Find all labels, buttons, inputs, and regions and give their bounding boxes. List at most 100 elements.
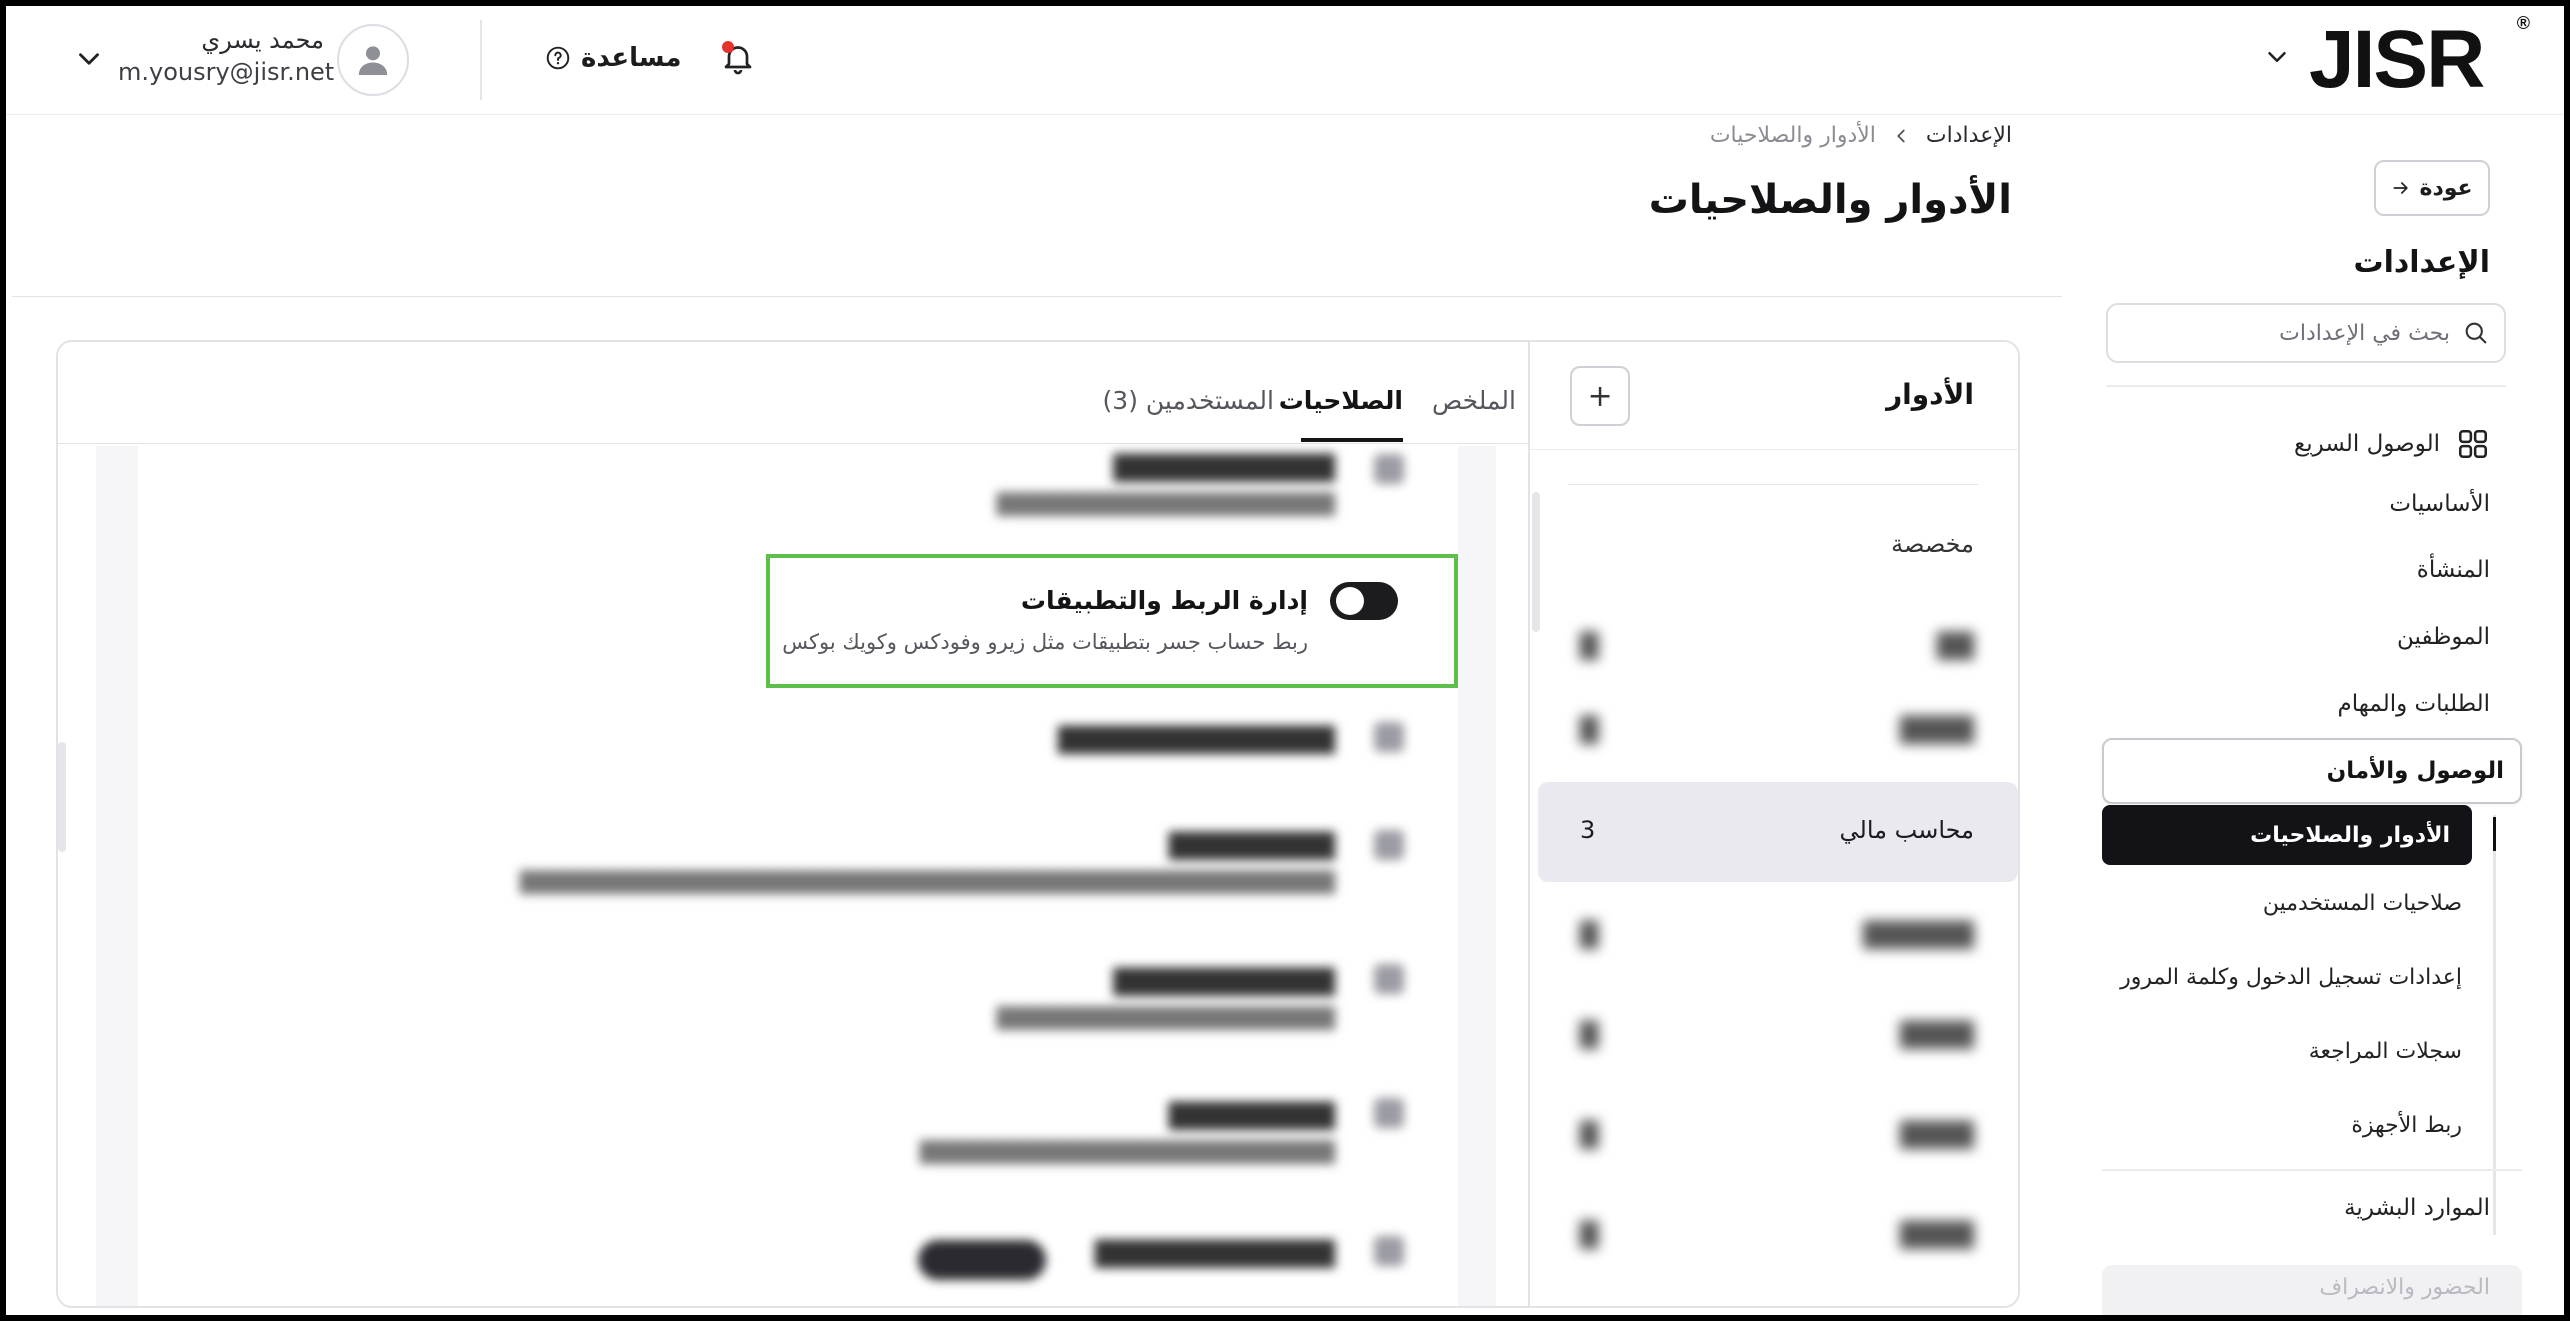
role-name-blurred: ████ <box>1900 716 1974 744</box>
badge-blurred <box>918 1240 1046 1280</box>
sidebar-subitem-devices[interactable]: ربط الأجهزة <box>2351 1113 2462 1138</box>
submenu-active-indicator <box>2493 817 2496 851</box>
page-title: الأدوار والصلاحيات <box>1648 177 2012 223</box>
top-bar: JISR ® مساعدة محمد يسري m.yousry@jisr.ne… <box>0 0 2570 115</box>
page-header: الإعدادات الأدوار والصلاحيات الأدوار وال… <box>12 115 2062 297</box>
toggle-knob <box>1336 587 1364 615</box>
roles-title: الأدوار <box>1886 378 1974 411</box>
user-icon <box>358 46 388 75</box>
role-count-blurred: █ <box>1580 1221 1599 1249</box>
attendance-label: الحضور والانصراف <box>2319 1275 2490 1300</box>
role-row-blurred[interactable]: ████ █ <box>1538 1187 2018 1287</box>
sidebar-item-security[interactable]: الوصول والأمان <box>2102 738 2522 804</box>
logo-registered-mark: ® <box>2516 13 2530 33</box>
roles-card: الأدوار + مخصصة ██ █ ████ █ محاسب مالي 3… <box>56 340 2020 1308</box>
roles-divider <box>1568 484 1978 485</box>
role-row-blurred[interactable]: ██████ █ <box>1538 887 2018 987</box>
permission-item-blurred: █████████ ███████████████████████████████… <box>519 832 1335 894</box>
roles-panel: الأدوار + مخصصة ██ █ ████ █ محاسب مالي 3… <box>1528 342 2018 1306</box>
topbar-divider <box>480 20 482 100</box>
role-count-blurred: █ <box>1580 632 1599 660</box>
checkbox-blurred[interactable] <box>1374 1098 1404 1128</box>
permission-item-blurred: █████████ ███████████████████████████ <box>919 1102 1335 1164</box>
search-icon <box>2465 322 2487 344</box>
permission-item-blurred: ████████████ ██████████████████████ <box>996 968 1335 1030</box>
role-count-blurred: █ <box>1580 716 1599 744</box>
help-button[interactable]: مساعدة <box>545 38 681 78</box>
help-label: مساعدة <box>581 43 682 73</box>
role-name-blurred: ██████ <box>1863 921 1974 949</box>
plus-icon: + <box>1587 378 1613 414</box>
role-name-blurred: ██ <box>1937 632 1974 660</box>
arrow-right-icon <box>2393 182 2409 194</box>
checkbox-blurred[interactable] <box>1374 830 1404 860</box>
sidebar-item-requests[interactable]: الطلبات والمهام <box>2338 691 2490 717</box>
sidebar-divider <box>2102 1169 2522 1171</box>
back-button[interactable]: عودة <box>2374 160 2490 216</box>
checkbox-blurred[interactable] <box>1374 1236 1404 1266</box>
roles-group-label: مخصصة <box>1891 530 1974 558</box>
role-name-blurred: ████ <box>1900 1021 1974 1049</box>
sidebar-item-basics[interactable]: الأساسيات <box>2389 491 2490 517</box>
role-name-blurred: ████ <box>1900 1221 1974 1249</box>
checkbox-blurred[interactable] <box>1374 964 1404 994</box>
chevron-down-icon[interactable] <box>72 42 106 76</box>
permissions-panel: الملخص الصلاحيات المستخدمين (3) ████████… <box>58 342 1530 1306</box>
tab-users[interactable]: المستخدمين (3) <box>1103 386 1274 415</box>
sidebar-item-hr[interactable]: الموارد البشرية <box>2344 1195 2490 1221</box>
search-input[interactable] <box>2150 320 2450 346</box>
avatar[interactable] <box>337 24 409 96</box>
permission-description: ربط حساب جسر بتطبيقات مثل زيرو وفودكس وك… <box>782 630 1308 654</box>
breadcrumb-current: الأدوار والصلاحيات <box>1709 123 1876 148</box>
role-name-blurred: ████ <box>1900 1121 1974 1149</box>
role-count-blurred: █ <box>1580 921 1599 949</box>
sidebar-divider <box>2106 385 2506 387</box>
permission-item-blurred: ████████████ ██████████████████████ <box>996 454 1335 516</box>
tab-permissions[interactable]: الصلاحيات <box>1279 386 1403 415</box>
role-row-selected[interactable]: محاسب مالي 3 <box>1538 782 2018 882</box>
role-row-blurred[interactable]: ████ █ <box>1538 1087 2018 1187</box>
sidebar-title: الإعدادات <box>2353 245 2490 280</box>
settings-search[interactable] <box>2106 303 2506 363</box>
tab-summary[interactable]: الملخص <box>1432 386 1516 415</box>
user-name: محمد يسري <box>201 26 324 54</box>
sidebar-item-employees[interactable]: الموظفين <box>2397 624 2490 650</box>
role-count-blurred: █ <box>1580 1121 1599 1149</box>
roles-scrollbar[interactable] <box>1532 492 1540 632</box>
sidebar-item-organization[interactable]: المنشأة <box>2417 557 2490 583</box>
question-circle-icon <box>546 46 570 70</box>
submenu-line <box>2493 815 2496 1235</box>
sidebar-subitem-audit-logs[interactable]: سجلات المراجعة <box>2309 1039 2462 1064</box>
roles-sublabel: الأدوار والصلاحيات <box>2250 822 2450 848</box>
permission-item-blurred: ███████████████ <box>1058 726 1335 754</box>
role-row-blurred[interactable]: ████ █ <box>1538 682 2018 782</box>
chevron-down-icon[interactable] <box>2262 42 2292 72</box>
tab-active-underline <box>1301 438 1403 442</box>
sidebar-item-quick-access[interactable]: الوصول السريع <box>2294 427 2490 461</box>
checkbox-blurred[interactable] <box>1374 454 1404 484</box>
settings-sidebar: عودة الإعدادات الوصول السريع الأساسيات ا… <box>2090 115 2570 1321</box>
role-count-blurred: █ <box>1580 1021 1599 1049</box>
grid-icon <box>2458 429 2488 459</box>
sidebar-subitem-user-permissions[interactable]: صلاحيات المستخدمين <box>2263 891 2462 916</box>
sidebar-subitem-roles[interactable]: الأدوار والصلاحيات <box>2102 805 2472 865</box>
role-name: محاسب مالي <box>1839 816 1974 844</box>
jisr-logo[interactable]: JISR ® <box>2309 14 2530 101</box>
security-label: الوصول والأمان <box>2326 758 2504 784</box>
integrations-toggle[interactable] <box>1330 582 1398 620</box>
permissions-scrollbar[interactable] <box>58 742 66 852</box>
tabs-bar: الملخص الصلاحيات المستخدمين (3) <box>58 342 1530 444</box>
role-user-count: 3 <box>1580 816 1596 844</box>
back-label: عودة <box>2419 175 2473 201</box>
sidebar-subitem-login-settings[interactable]: إعدادات تسجيل الدخول وكلمة المرور <box>2120 965 2462 990</box>
checkbox-blurred[interactable] <box>1374 722 1404 752</box>
role-row-blurred[interactable]: ████ █ <box>1538 987 2018 1087</box>
chevron-left-icon <box>1897 129 1905 142</box>
breadcrumb-root[interactable]: الإعدادات <box>1926 123 2012 148</box>
notification-dot <box>722 41 734 53</box>
permission-item-blurred: █████████████ <box>1095 1240 1335 1268</box>
permission-item-integrations: إدارة الربط والتطبيقات ربط حساب جسر بتطب… <box>766 554 1458 688</box>
roles-header: الأدوار + <box>1530 342 2018 450</box>
add-role-button[interactable]: + <box>1570 366 1630 426</box>
quick-access-label: الوصول السريع <box>2294 431 2440 457</box>
